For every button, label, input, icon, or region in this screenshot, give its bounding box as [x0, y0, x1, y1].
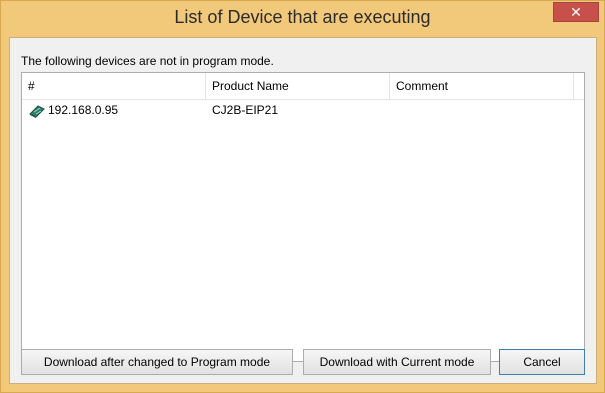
- device-product-name: CJ2B-EIP21: [212, 103, 279, 117]
- plc-device-icon: [29, 105, 45, 118]
- close-icon: ✕: [570, 4, 582, 20]
- list-item[interactable]: 192.168.0.95 CJ2B-EIP21: [22, 100, 584, 120]
- column-header-product-name[interactable]: Product Name: [206, 73, 390, 99]
- column-header-comment[interactable]: Comment: [390, 73, 574, 99]
- download-program-mode-button[interactable]: Download after changed to Program mode: [21, 349, 293, 375]
- device-address: 192.168.0.95: [48, 103, 119, 117]
- close-button[interactable]: ✕: [553, 2, 599, 22]
- dialog-window: List of Device that are executing ✕ The …: [0, 0, 605, 393]
- info-message: The following devices are not in program…: [21, 54, 274, 68]
- device-address-cell: 192.168.0.95: [28, 100, 118, 120]
- device-list[interactable]: # Product Name Comment 192.168.0.95 CJ2B…: [21, 72, 585, 362]
- cancel-button[interactable]: Cancel: [499, 349, 585, 375]
- list-header: # Product Name Comment: [22, 73, 584, 100]
- column-header-number[interactable]: #: [22, 73, 206, 99]
- title-bar: List of Device that are executing ✕: [1, 1, 604, 37]
- window-title: List of Device that are executing: [174, 7, 431, 27]
- dialog-body: The following devices are not in program…: [9, 37, 597, 384]
- download-current-mode-button[interactable]: Download with Current mode: [303, 349, 491, 375]
